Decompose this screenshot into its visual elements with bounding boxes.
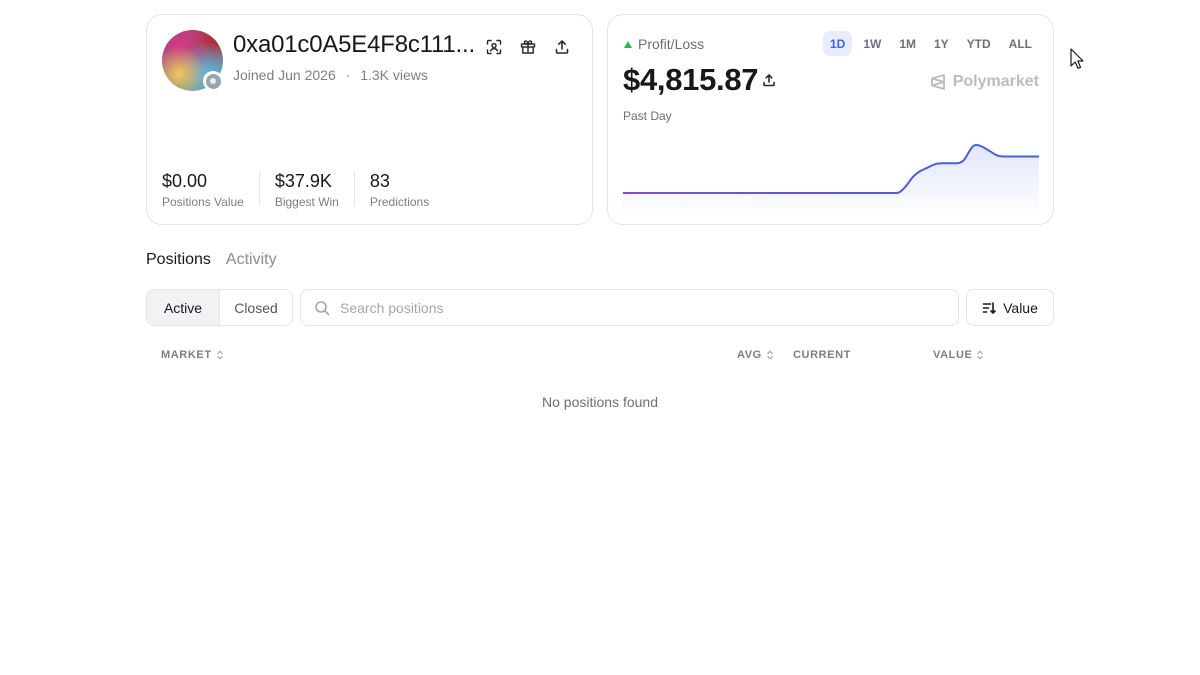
stat-predictions: 83 Predictions <box>369 171 444 209</box>
meta-separator: · <box>345 67 351 83</box>
stat-value: $37.9K <box>274 171 332 191</box>
sort-label: Value <box>1003 299 1038 316</box>
column-label: CURRENT <box>793 349 851 361</box>
portfolio-page: 0xa01c0A5E4F8c111... Joined Jun 2026 · 1 <box>0 0 1200 675</box>
range-1w[interactable]: 1W <box>856 31 888 56</box>
stat-label: Predictions <box>369 195 430 209</box>
sort-icon <box>982 301 996 314</box>
share-pnl-icon[interactable] <box>761 72 777 88</box>
search-input[interactable] <box>340 299 900 316</box>
column-label: AVG <box>737 349 762 361</box>
profile-card: 0xa01c0A5E4F8c111... Joined Jun 2026 · 1 <box>146 14 593 225</box>
column-current: CURRENT <box>793 349 851 361</box>
range-1d[interactable]: 1D <box>822 31 853 56</box>
pnl-label: Profit/Loss <box>638 36 705 52</box>
profile-meta: Joined Jun 2026 · 1.3K views <box>233 67 428 83</box>
column-avg[interactable]: AVG <box>737 349 774 361</box>
pnl-value: $4,815.87 <box>623 62 759 97</box>
profile-stats: $0.00 Positions Value $37.9K Biggest Win… <box>162 171 459 209</box>
tab-positions[interactable]: Positions <box>146 251 211 269</box>
column-label: VALUE <box>933 349 973 361</box>
range-1y[interactable]: 1Y <box>927 31 956 56</box>
portfolio-tabs: Positions Activity <box>146 251 277 269</box>
closed-filter-button[interactable]: Closed <box>220 290 292 325</box>
sort-toggle-icon <box>216 350 223 360</box>
mouse-cursor-icon <box>1070 48 1084 69</box>
range-1m[interactable]: 1M <box>892 31 923 56</box>
sort-value-button[interactable]: Value <box>966 289 1054 326</box>
stat-label: Biggest Win <box>274 195 339 209</box>
search-icon <box>315 300 330 315</box>
stat-label: Positions Value <box>162 195 244 209</box>
sort-toggle-icon <box>977 350 984 360</box>
stat-value: 83 <box>369 171 390 191</box>
sort-toggle-icon <box>766 350 773 360</box>
polymarket-icon <box>930 74 945 90</box>
verified-badge-icon <box>203 71 223 91</box>
profit-loss-card: Profit/Loss 1D 1W 1M 1Y YTD ALL $4,815.8… <box>607 14 1054 225</box>
empty-state-message: No positions found <box>542 394 658 410</box>
pnl-header: Profit/Loss <box>624 36 704 52</box>
stat-biggest-win: $37.9K Biggest Win <box>274 171 355 209</box>
status-toggle: Active Closed <box>146 289 293 326</box>
username: 0xa01c0A5E4F8c111... <box>233 31 475 58</box>
tab-activity[interactable]: Activity <box>226 251 277 269</box>
polymarket-logo: Polymarket <box>929 73 1039 91</box>
gift-icon[interactable] <box>518 37 538 57</box>
scan-icon[interactable] <box>484 37 504 57</box>
column-label: MARKET <box>161 349 212 361</box>
column-value[interactable]: VALUE <box>933 349 984 361</box>
joined-date: Joined Jun 2026 <box>233 67 336 83</box>
stat-value: $0.00 <box>162 171 208 191</box>
view-count: 1.3K views <box>360 67 428 83</box>
active-filter-button[interactable]: Active <box>147 290 220 325</box>
range-ytd[interactable]: YTD <box>960 31 998 56</box>
share-icon[interactable] <box>552 37 572 57</box>
stat-positions-value: $0.00 Positions Value <box>162 171 260 209</box>
search-box <box>300 289 959 326</box>
pnl-period: Past Day <box>623 109 672 123</box>
range-selector: 1D 1W 1M 1Y YTD ALL <box>822 31 1039 56</box>
pnl-area <box>623 145 1039 217</box>
range-all[interactable]: ALL <box>1002 31 1039 56</box>
column-market[interactable]: MARKET <box>161 349 224 361</box>
brand-name: Polymarket <box>952 73 1039 90</box>
pnl-chart <box>623 143 1039 217</box>
trend-up-icon <box>624 40 632 48</box>
